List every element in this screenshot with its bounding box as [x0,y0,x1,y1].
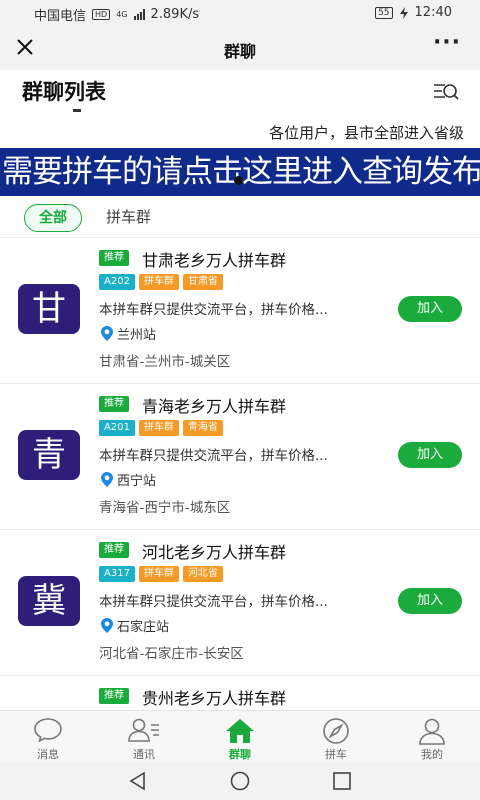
hd-badge: HD [92,9,111,20]
contacts-icon [128,718,159,742]
member-count-tag: Α201 [99,420,135,436]
station: 西宁站 [101,470,156,489]
location-pin-icon [101,326,113,341]
tab-label: 拼车 [325,748,347,761]
person-icon: Α [104,568,111,579]
network-label: 4G [116,9,128,19]
group-item[interactable]: 冀 推荐 河北老乡万人拼车群 Α317 拼车群 河北省 本拼车群只提供交流平台，… [0,530,480,676]
charging-icon [399,6,408,19]
tab-messages[interactable]: 消息 [0,711,96,762]
group-tags: Α201 拼车群 青海省 [99,420,223,436]
tab-profile[interactable]: 我的 [384,711,480,762]
title-underline [73,109,81,112]
banner-text: 需要拼车的请点击这里进入查询发布 [2,154,480,190]
station-name: 石家庄站 [117,620,170,635]
group-name: 河北老乡万人拼车群 [142,543,287,562]
filter-all[interactable]: 全部 [24,204,82,232]
join-button[interactable]: 加入 [398,296,462,322]
province-tag: 河北省 [182,566,223,582]
clock: 12:40 [414,5,452,20]
station: 石家庄站 [101,616,169,635]
status-bar: 中国电信 HD 4G 2.89K/s 55 12:40 [0,0,480,26]
tab-contacts[interactable]: 通讯 [96,711,192,762]
page-title: 群聊 [223,42,256,61]
signal-icon [133,9,145,20]
network-speed: 2.89K/s [150,7,200,22]
tab-carpool[interactable]: 拼车 [288,711,384,762]
person-icon: Α [104,276,111,287]
station: 兰州站 [101,324,156,343]
group-avatar: 青 [18,430,80,480]
group-region: 青海省-西宁市-城东区 [99,500,231,516]
list-title: 群聊列表 [22,80,106,104]
group-region: 河北省-石家庄市-长安区 [99,646,244,662]
recents-square-icon[interactable] [332,771,352,791]
group-description: 本拼车群只提供交流平台，拼车价格... [99,594,328,610]
join-button[interactable]: 加入 [398,588,462,614]
group-avatar: 冀 [18,576,80,626]
group-tags: Α202 拼车群 甘肃省 [99,274,223,290]
nav-bar: 群聊 ··· [0,26,480,70]
tab-label: 通讯 [133,748,155,761]
location-pin-icon [101,472,113,487]
home-circle-icon[interactable] [229,771,251,791]
recommend-badge: 推荐 [99,688,129,704]
tab-label: 消息 [37,748,59,761]
group-tags: Α317 拼车群 河北省 [99,566,223,582]
recommend-badge: 推荐 [99,396,129,412]
join-button[interactable]: 加入 [398,442,462,468]
tab-group-chat[interactable]: 群聊 [192,711,288,762]
group-item[interactable]: 青 推荐 青海老乡万人拼车群 Α201 拼车群 青海省 本拼车群只提供交流平台，… [0,384,480,530]
group-description: 本拼车群只提供交流平台，拼车价格... [99,302,328,318]
message-icon [34,718,62,743]
location-pin-icon [101,618,113,633]
tab-label: 我的 [421,748,443,761]
member-count-tag: Α317 [99,566,135,582]
tab-label: 群聊 [229,748,251,761]
type-tag: 拼车群 [138,274,179,290]
notice-text: 各位用户，县市全部进入省级 [268,124,464,142]
back-triangle-icon[interactable] [128,771,148,791]
group-avatar: 甘 [18,284,80,334]
battery-icon: 55 [375,6,393,19]
group-item[interactable]: 推荐 贵州老乡万人拼车群 [0,676,480,710]
recommend-badge: 推荐 [99,542,129,558]
banner-dot [234,176,243,185]
person-icon: Α [104,422,111,433]
member-count-tag: Α202 [99,274,135,290]
type-tag: 拼车群 [138,420,179,436]
station-name: 兰州站 [117,328,157,343]
group-region: 甘肃省-兰州市-城关区 [99,354,231,370]
group-name: 贵州老乡万人拼车群 [142,689,287,708]
member-count: 201 [110,422,130,433]
province-tag: 青海省 [182,420,223,436]
home-icon [226,719,254,743]
bottom-tab-bar: 消息 通讯 群聊 拼车 我的 [0,710,480,762]
profile-icon [419,718,445,745]
filter-bar: 全部 拼车群 [0,198,480,238]
group-name: 甘肃老乡万人拼车群 [142,251,287,270]
group-description: 本拼车群只提供交流平台，拼车价格... [99,448,328,464]
province-tag: 甘肃省 [182,274,223,290]
type-tag: 拼车群 [138,566,179,582]
station-name: 西宁站 [117,474,157,489]
more-dots-icon[interactable]: ··· [432,32,462,59]
recommend-badge: 推荐 [99,250,129,266]
group-item[interactable]: 甘 推荐 甘肃老乡万人拼车群 Α202 拼车群 甘肃省 本拼车群只提供交流平台，… [0,238,480,384]
list-search-icon[interactable] [432,80,460,104]
member-count: 202 [110,276,130,287]
list-header: 群聊列表 [0,70,480,120]
publish-banner[interactable]: 需要拼车的请点击这里进入查询发布 [0,148,480,196]
group-name: 青海老乡万人拼车群 [142,397,287,416]
compass-icon [323,718,349,744]
filter-carpool-group[interactable]: 拼车群 [106,206,151,227]
system-nav-bar [0,762,480,800]
member-count: 317 [110,568,130,579]
carrier-label: 中国电信 [34,9,87,24]
